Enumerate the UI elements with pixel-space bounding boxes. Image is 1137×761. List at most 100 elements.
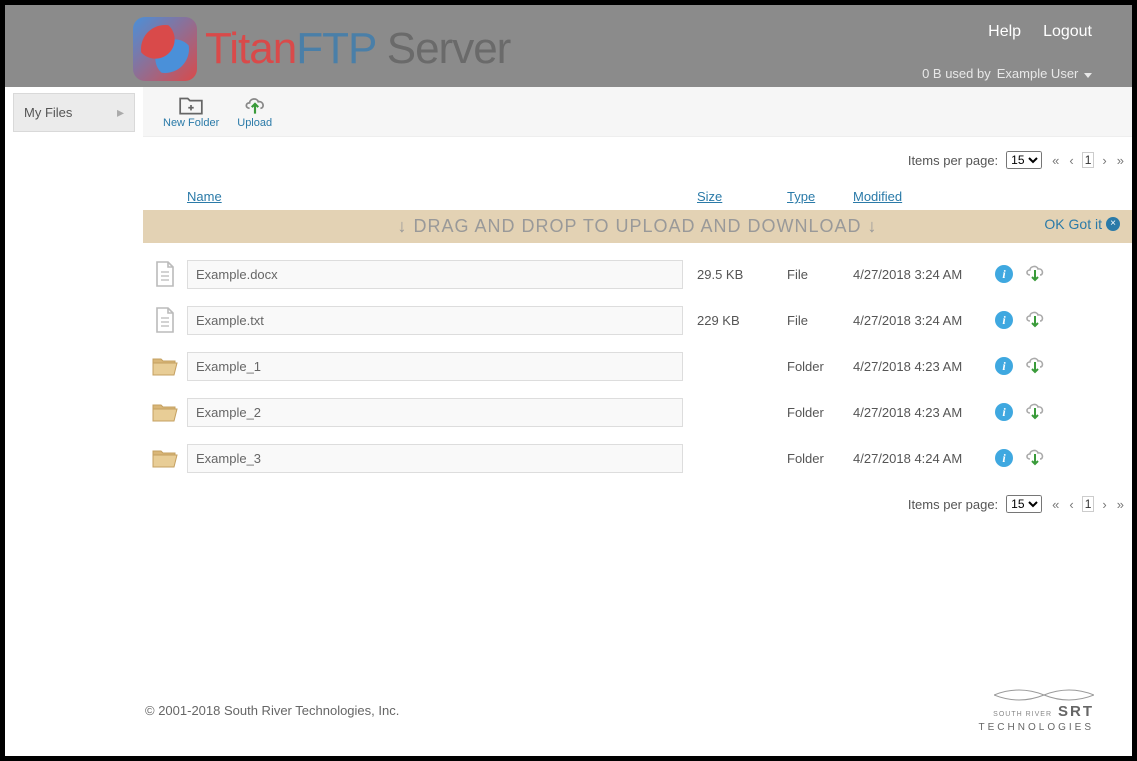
info-button[interactable]: i: [995, 449, 1013, 467]
table-row: 229 KBFile4/27/2018 3:24 AMi: [143, 297, 1132, 343]
app-logo: TitanFTP Server: [133, 17, 510, 81]
file-type: File: [787, 313, 853, 328]
upload-label: Upload: [237, 117, 272, 129]
srt-sublabel: TECHNOLOGIES: [979, 721, 1094, 734]
download-button[interactable]: [1023, 446, 1047, 471]
file-name-input[interactable]: [187, 260, 683, 289]
pager-first[interactable]: «: [1050, 153, 1061, 168]
items-per-page-select[interactable]: 15: [1006, 151, 1042, 169]
app-title: TitanFTP Server: [205, 24, 510, 74]
drag-banner-text: ↓ DRAG AND DROP TO UPLOAD AND DOWNLOAD ↓: [397, 216, 877, 236]
toolbar: New Folder Upload: [143, 87, 1132, 137]
drag-drop-banner: ↓ DRAG AND DROP TO UPLOAD AND DOWNLOAD ↓…: [143, 210, 1132, 243]
logo-icon: [133, 17, 197, 81]
file-modified: 4/27/2018 3:24 AM: [853, 267, 995, 282]
download-button[interactable]: [1023, 308, 1047, 333]
table-row: Folder4/27/2018 4:24 AMi: [143, 435, 1132, 481]
download-icon: [1023, 400, 1047, 422]
usage-row: 0 B used by Example User: [922, 66, 1092, 81]
pager-prev[interactable]: ‹: [1067, 153, 1075, 168]
file-modified: 4/27/2018 4:23 AM: [853, 405, 995, 420]
pager-next[interactable]: ›: [1100, 153, 1108, 168]
folder-icon: [151, 447, 179, 469]
file-table: Name Size Type Modified ↓ DRAG AND DROP …: [143, 183, 1132, 481]
user-name: Example User: [997, 66, 1079, 81]
new-folder-icon: [178, 94, 204, 116]
srt-logo: SOUTH RIVER SRT TECHNOLOGIES: [979, 688, 1094, 735]
sidebar-item-label: My Files: [24, 105, 72, 120]
usage-text: 0 B used by: [922, 66, 991, 81]
pager-first-bottom[interactable]: «: [1050, 497, 1061, 512]
user-menu[interactable]: Example User: [997, 66, 1092, 81]
file-type: Folder: [787, 359, 853, 374]
pager-next-bottom[interactable]: ›: [1100, 497, 1108, 512]
file-name-input[interactable]: [187, 398, 683, 427]
chevron-down-icon: [1084, 73, 1092, 78]
info-button[interactable]: i: [995, 403, 1013, 421]
upload-button[interactable]: Upload: [237, 94, 272, 129]
download-icon: [1023, 262, 1047, 284]
pager-last[interactable]: »: [1115, 153, 1126, 168]
file-type: File: [787, 267, 853, 282]
file-name-input[interactable]: [187, 306, 683, 335]
download-icon: [1023, 354, 1047, 376]
download-icon: [1023, 308, 1047, 330]
main-content: New Folder Upload Items per page: 15 «: [135, 87, 1132, 527]
help-link[interactable]: Help: [988, 23, 1021, 41]
srt-wave-icon: [994, 688, 1094, 702]
close-icon: ×: [1106, 217, 1120, 231]
logout-link[interactable]: Logout: [1043, 23, 1092, 41]
file-size: 29.5 KB: [697, 267, 787, 282]
file-type: Folder: [787, 405, 853, 420]
table-row: Folder4/27/2018 4:23 AMi: [143, 389, 1132, 435]
copyright-text: © 2001-2018 South River Technologies, In…: [145, 703, 399, 718]
info-button[interactable]: i: [995, 357, 1013, 375]
file-icon: [153, 260, 177, 288]
items-per-page-select-bottom[interactable]: 15: [1006, 495, 1042, 513]
info-button[interactable]: i: [995, 311, 1013, 329]
pager-prev-bottom[interactable]: ‹: [1067, 497, 1075, 512]
sidebar-item-my-files[interactable]: My Files ▸: [13, 93, 135, 132]
chevron-right-icon: ▸: [117, 104, 124, 121]
items-per-page-label: Items per page:: [908, 153, 998, 168]
download-icon: [1023, 446, 1047, 468]
folder-icon: [151, 401, 179, 423]
sidebar: My Files ▸: [5, 87, 135, 527]
file-name-input[interactable]: [187, 352, 683, 381]
table-row: 29.5 KBFile4/27/2018 3:24 AMi: [143, 251, 1132, 297]
pager-last-bottom[interactable]: »: [1115, 497, 1126, 512]
new-folder-label: New Folder: [163, 117, 219, 129]
dismiss-banner-button[interactable]: OK Got it ×: [1044, 216, 1120, 232]
pager-current-bottom: 1: [1082, 496, 1095, 512]
table-header: Name Size Type Modified: [143, 183, 1132, 210]
col-type-header[interactable]: Type: [787, 189, 815, 204]
brand-ftp: FTP: [296, 24, 375, 73]
header-bar: TitanFTP Server Help Logout 0 B used by …: [5, 5, 1132, 87]
footer: © 2001-2018 South River Technologies, In…: [145, 688, 1094, 735]
file-name-input[interactable]: [187, 444, 683, 473]
col-name-header[interactable]: Name: [187, 189, 222, 204]
download-button[interactable]: [1023, 262, 1047, 287]
col-modified-header[interactable]: Modified: [853, 189, 902, 204]
srt-label: SRT: [1058, 702, 1094, 722]
items-per-page-label-bottom: Items per page:: [908, 497, 998, 512]
download-button[interactable]: [1023, 354, 1047, 379]
pager-top: Items per page: 15 « ‹ 1 › »: [143, 137, 1132, 183]
folder-icon: [151, 355, 179, 377]
file-modified: 4/27/2018 4:24 AM: [853, 451, 995, 466]
pager-current: 1: [1082, 152, 1095, 168]
new-folder-button[interactable]: New Folder: [163, 94, 219, 129]
download-button[interactable]: [1023, 400, 1047, 425]
pager-bottom: Items per page: 15 « ‹ 1 › »: [143, 481, 1132, 527]
brand-server: Server: [376, 24, 511, 73]
file-icon: [153, 306, 177, 334]
ok-label: OK Got it: [1044, 216, 1102, 232]
file-size: 229 KB: [697, 313, 787, 328]
col-size-header[interactable]: Size: [697, 189, 722, 204]
file-modified: 4/27/2018 3:24 AM: [853, 313, 995, 328]
info-button[interactable]: i: [995, 265, 1013, 283]
brand-titan: Titan: [205, 24, 296, 73]
table-row: Folder4/27/2018 4:23 AMi: [143, 343, 1132, 389]
upload-icon: [242, 94, 268, 116]
file-type: Folder: [787, 451, 853, 466]
